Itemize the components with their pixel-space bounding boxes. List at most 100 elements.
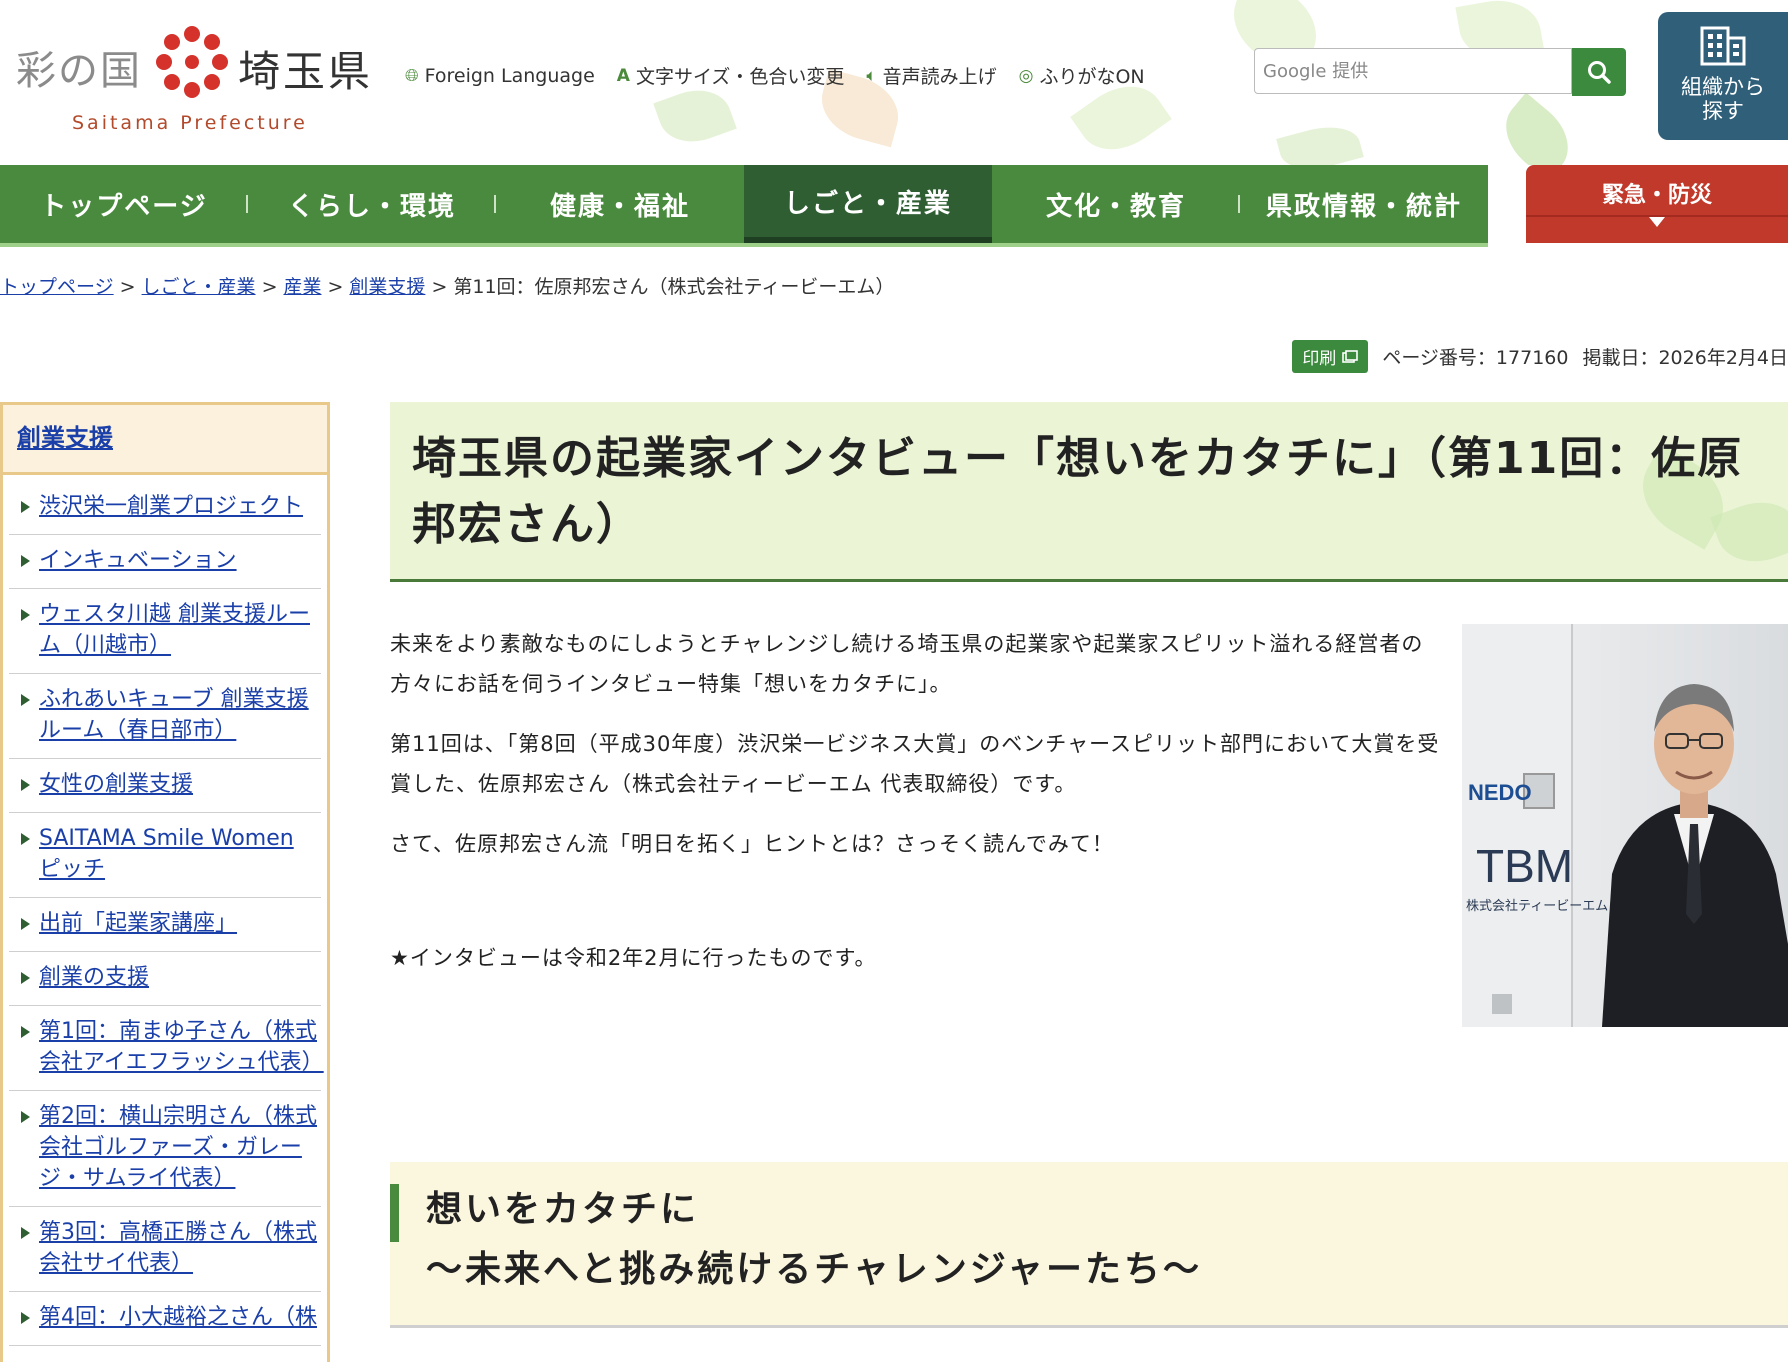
intro-paragraph: さて、佐原邦宏さん流「明日を拓く」ヒントとは？さっそく読んでみて！ bbox=[390, 832, 1114, 856]
speaker-icon: 🔈︎ bbox=[866, 65, 877, 86]
furigana-toggle[interactable]: ◎ ふりがなON bbox=[1019, 62, 1145, 89]
company-text: 株式会社ティービーエム bbox=[1466, 898, 1608, 913]
building-icon bbox=[1700, 26, 1746, 66]
sidebar-item: インキュベーション bbox=[9, 535, 321, 589]
triangle-right-icon bbox=[21, 1312, 30, 1324]
nav-item-gov-info[interactable]: 県政情報・統計 bbox=[1240, 165, 1488, 243]
sidebar-item-link[interactable]: SAITAMA Smile Women ピッチ bbox=[39, 826, 294, 882]
global-nav: トップページ くらし・環境 健康・福祉 しごと・産業 文化・教育 県政情報・統計 bbox=[0, 165, 1488, 247]
sidebar-item: 渋沢栄一創業プロジェクト bbox=[9, 481, 321, 535]
sidebar-item: SAITAMA Smile Women ピッチ bbox=[9, 813, 321, 898]
nav-item-health[interactable]: 健康・福祉 bbox=[496, 165, 744, 243]
breadcrumb-link-work[interactable]: しごと・産業 bbox=[142, 276, 256, 298]
furigana-icon: ◎ bbox=[1018, 65, 1034, 86]
site-logo[interactable]: 彩の国 埼玉県 Saitama Prefecture bbox=[16, 20, 376, 140]
org-button-label: 組織から探す bbox=[1681, 75, 1765, 123]
sidebar-heading: 創業支援 bbox=[3, 405, 327, 475]
triangle-right-icon bbox=[21, 1111, 30, 1123]
sidebar-item: 第4回：小大越裕之さん（株 bbox=[9, 1292, 321, 1346]
nav-item-top[interactable]: トップページ bbox=[0, 165, 248, 243]
section-heading-box: 想いをカタチに ～未来へと挑み続けるチャレンジャーたち～ bbox=[390, 1162, 1788, 1328]
tool-label: 文字サイズ・色合い変更 bbox=[635, 66, 845, 88]
page-number: ページ番号：177160 bbox=[1382, 347, 1569, 369]
globe-icon: 🌐︎ bbox=[405, 65, 419, 86]
sidebar-item-link[interactable]: 第1回：南まゆ子さん（株式会社アイエフラッシュ代表） bbox=[39, 1019, 324, 1075]
sidebar-item-link[interactable]: 第4回：小大越裕之さん（株 bbox=[39, 1305, 317, 1330]
logo-left-text: 彩の国 bbox=[16, 48, 142, 94]
print-button[interactable]: 印刷 bbox=[1292, 340, 1369, 373]
breadcrumb-link-top[interactable]: トップページ bbox=[0, 276, 114, 298]
nedo-text: NEDO bbox=[1468, 780, 1532, 805]
triangle-right-icon bbox=[21, 501, 30, 513]
interview-note: ★インタビューは令和2年2月に行ったものです。 bbox=[390, 946, 877, 970]
intro-text: 未来をより素敵なものにしようとチャレンジし続ける埼玉県の起業家や起業家スピリット… bbox=[390, 624, 1460, 884]
sidebar-list: 渋沢栄一創業プロジェクト インキュベーション ウェスタ川越 創業支援ルーム（川越… bbox=[3, 475, 327, 1346]
person-photo-image: NEDO TBM 株式会社ティービーエム bbox=[1462, 624, 1788, 1027]
sidebar-item: ふれあいキューブ 創業支援ルーム（春日部市） bbox=[9, 674, 321, 759]
print-label: 印刷 bbox=[1302, 349, 1337, 369]
triangle-right-icon bbox=[21, 833, 30, 845]
read-aloud-link[interactable]: 🔈︎ 音声読み上げ bbox=[866, 62, 996, 89]
emergency-button[interactable]: 緊急・防災 bbox=[1526, 165, 1788, 243]
sidebar-item: 第3回：高橋正勝さん（株式会社サイ代表） bbox=[9, 1207, 321, 1292]
chevron-down-icon bbox=[1649, 217, 1665, 227]
tool-label: ふりがなON bbox=[1039, 66, 1145, 88]
section-heading: 想いをカタチに ～未来へと挑み続けるチャレンジャーたち～ bbox=[426, 1180, 1202, 1300]
sidebar-item-link[interactable]: 出前「起業家講座」 bbox=[39, 911, 237, 936]
foreign-language-link[interactable]: 🌐︎ Foreign Language bbox=[405, 62, 595, 89]
breadcrumb-link-startup[interactable]: 創業支援 bbox=[349, 276, 425, 298]
sidebar-item-link[interactable]: 第3回：高橋正勝さん（株式会社サイ代表） bbox=[39, 1220, 317, 1276]
text-size-link[interactable]: A 文字サイズ・色合い変更 bbox=[617, 62, 845, 89]
interviewee-photo: NEDO TBM 株式会社ティービーエム bbox=[1462, 624, 1788, 1027]
org-search-button[interactable]: 組織から探す bbox=[1658, 12, 1788, 140]
sidebar-item: 第2回：横山宗明さん（株式会社ゴルファーズ・ガレージ・サムライ代表） bbox=[9, 1091, 321, 1207]
triangle-right-icon bbox=[21, 779, 30, 791]
header-tools: 🌐︎ Foreign Language A 文字サイズ・色合い変更 🔈︎ 音声読… bbox=[405, 62, 1145, 89]
nav-item-culture[interactable]: 文化・教育 bbox=[992, 165, 1240, 243]
leaf-decoration bbox=[1491, 92, 1583, 165]
sidebar-item-link[interactable]: 女性の創業支援 bbox=[39, 772, 193, 797]
logo-right-text: 埼玉県 bbox=[238, 47, 374, 96]
section-heading-line: ～未来へと挑み続けるチャレンジャーたち～ bbox=[426, 1249, 1203, 1290]
sidebar-item: ウェスタ川越 創業支援ルーム（川越市） bbox=[9, 589, 321, 674]
sidebar-nav: 創業支援 渋沢栄一創業プロジェクト インキュベーション ウェスタ川越 創業支援ル… bbox=[0, 402, 330, 1362]
tbm-text: TBM bbox=[1476, 840, 1573, 892]
triangle-right-icon bbox=[21, 609, 30, 621]
sidebar-item-link[interactable]: インキュベーション bbox=[39, 548, 237, 573]
sidebar-item-link[interactable]: 第2回：横山宗明さん（株式会社ゴルファーズ・ガレージ・サムライ代表） bbox=[39, 1104, 317, 1191]
sidebar-item: 女性の創業支援 bbox=[9, 759, 321, 813]
logo-roman-text: Saitama Prefecture bbox=[72, 112, 308, 134]
leaf-decoration bbox=[653, 79, 737, 153]
triangle-right-icon bbox=[21, 694, 30, 706]
triangle-right-icon bbox=[21, 918, 30, 930]
print-window-icon bbox=[1342, 349, 1359, 363]
published-date: 掲載日：2026年2月4日 bbox=[1582, 347, 1788, 369]
breadcrumb: トップページ > しごと・産業 > 産業 > 創業支援 > 第11回：佐原邦宏さん（株式会社ティ… bbox=[0, 276, 895, 298]
sidebar-item-link[interactable]: ウェスタ川越 創業支援ルーム（川越市） bbox=[39, 602, 310, 658]
sidebar-item-link[interactable]: 渋沢栄一創業プロジェクト bbox=[39, 494, 303, 519]
section-heading-line: 想いをカタチに bbox=[426, 1189, 700, 1230]
main-content: 埼玉県の起業家インタビュー「想いをカタチに」（第11回：佐原邦宏さん） 未来をよ… bbox=[390, 402, 1788, 1328]
nav-item-life[interactable]: くらし・環境 bbox=[248, 165, 496, 243]
sidebar-title-link[interactable]: 創業支援 bbox=[17, 424, 113, 452]
triangle-right-icon bbox=[21, 1227, 30, 1239]
nav-item-work[interactable]: しごと・産業 bbox=[744, 165, 992, 243]
intro-paragraph: 未来をより素敵なものにしようとチャレンジし続ける埼玉県の起業家や起業家スピリット… bbox=[390, 632, 1424, 696]
triangle-right-icon bbox=[21, 555, 30, 567]
breadcrumb-link-industry[interactable]: 産業 bbox=[283, 276, 321, 298]
intro-paragraph: 第11回は、「第8回（平成30年度）渋沢栄一ビジネス大賞」のベンチャースピリット… bbox=[390, 732, 1440, 796]
prefecture-emblem-icon bbox=[156, 26, 228, 98]
search-input[interactable]: Google 提供 bbox=[1254, 48, 1572, 94]
sidebar-item: 出前「起業家講座」 bbox=[9, 898, 321, 952]
tool-label: Foreign Language bbox=[424, 64, 595, 87]
sidebar-item-link[interactable]: ふれあいキューブ 創業支援ルーム（春日部市） bbox=[39, 687, 309, 743]
site-header: 彩の国 埼玉県 Saitama Prefecture 🌐︎ Foreign La… bbox=[0, 0, 1788, 165]
title-box: 埼玉県の起業家インタビュー「想いをカタチに」（第11回：佐原邦宏さん） bbox=[390, 402, 1788, 582]
page-meta: 印刷 ページ番号：177160 掲載日：2026年2月4日 bbox=[1292, 340, 1788, 373]
sidebar-item: 創業の支援 bbox=[9, 952, 321, 1006]
sidebar-item: 第1回：南まゆ子さん（株式会社アイエフラッシュ代表） bbox=[9, 1006, 324, 1091]
divider bbox=[1526, 215, 1788, 217]
search-button[interactable] bbox=[1572, 48, 1626, 96]
sidebar-item-link[interactable]: 創業の支援 bbox=[39, 965, 149, 990]
breadcrumb-current: 第11回：佐原邦宏さん（株式会社ティービーエム） bbox=[453, 276, 895, 298]
